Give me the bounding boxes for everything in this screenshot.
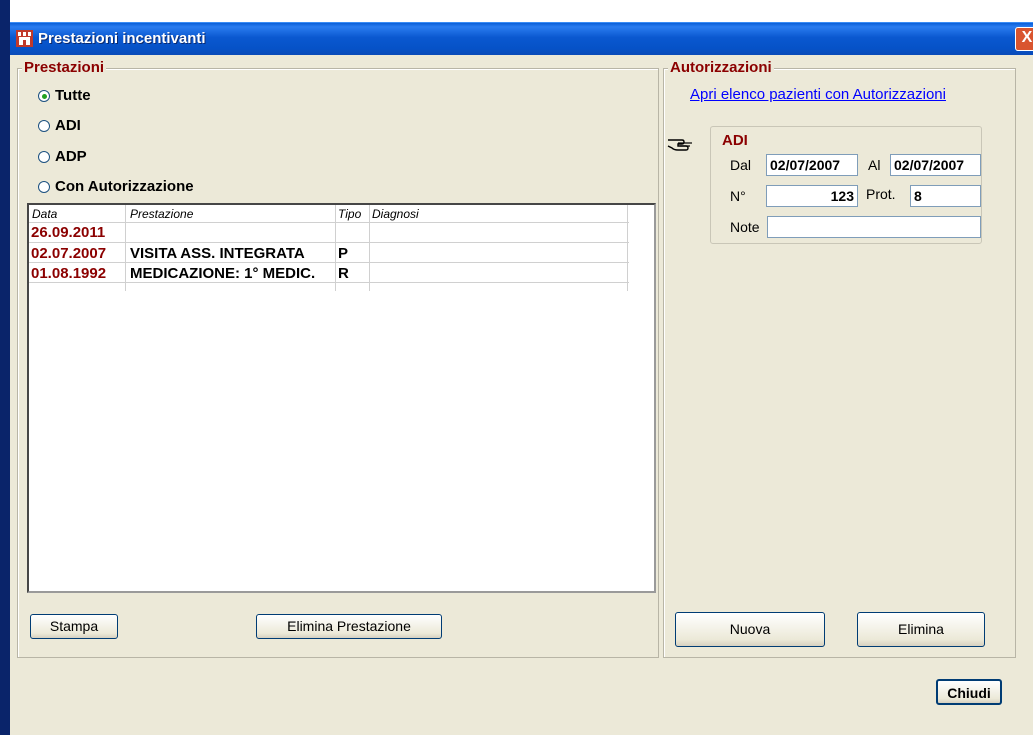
app-icon — [16, 30, 33, 47]
radio-label: Tutte — [55, 87, 91, 104]
cell-tipo: R — [338, 265, 349, 282]
cell-date: 26.09.2011 — [31, 224, 106, 241]
adi-panel: ADI Dal Al N° Prot. Note — [710, 126, 982, 244]
header-tipo[interactable]: Tipo — [338, 207, 361, 221]
radio-adp[interactable]: ADP — [38, 148, 87, 165]
close-button[interactable]: X — [1015, 27, 1033, 51]
nuova-button[interactable]: Nuova — [675, 612, 825, 647]
header-prestazione[interactable]: Prestazione — [130, 207, 193, 221]
cell-date: 01.08.1992 — [31, 265, 107, 282]
window-title: Prestazioni incentivanti — [38, 30, 206, 47]
note-field[interactable] — [767, 216, 981, 238]
header-diagnosi[interactable]: Diagnosi — [372, 207, 419, 221]
chiudi-button[interactable]: Chiudi — [936, 679, 1002, 705]
radio-label: ADP — [55, 148, 87, 165]
radio-icon — [38, 180, 50, 193]
radio-con-autorizzazione[interactable]: Con Autorizzazione — [38, 178, 194, 195]
al-label: Al — [868, 157, 881, 173]
radio-tutte[interactable]: Tutte — [38, 87, 91, 104]
radio-label: Con Autorizzazione — [55, 178, 194, 195]
title-bar[interactable]: Prestazioni incentivanti X — [10, 22, 1033, 55]
cell-tipo: P — [338, 245, 349, 262]
radio-icon — [38, 150, 50, 163]
radio-adi[interactable]: ADI — [38, 117, 81, 134]
autorizzazioni-title: Autorizzazioni — [668, 59, 774, 76]
stampa-button[interactable]: Stampa — [30, 614, 118, 639]
pointing-hand-icon — [667, 139, 692, 151]
radio-selected-icon — [38, 89, 50, 102]
dal-field[interactable] — [766, 154, 858, 176]
elimina-button[interactable]: Elimina — [857, 612, 985, 647]
prestazioni-title: Prestazioni — [22, 59, 107, 76]
elimina-prestazione-button[interactable]: Elimina Prestazione — [256, 614, 442, 639]
cell-date: 02.07.2007 — [31, 245, 107, 262]
close-icon: X — [1021, 29, 1033, 46]
cell-prestazione: MEDICAZIONE: 1° MEDIC. — [130, 265, 316, 282]
top-strip — [10, 0, 1033, 22]
radio-icon — [38, 119, 50, 132]
note-label: Note — [730, 219, 760, 235]
adi-title: ADI — [722, 132, 748, 149]
prestazioni-table[interactable]: Data Prestazione Tipo Diagnosi 26.09.201… — [27, 203, 656, 593]
window: Prestazioni incentivanti X Prestazioni T… — [10, 0, 1033, 735]
cell-prestazione: VISITA ASS. INTEGRATA — [130, 245, 305, 262]
n-label: N° — [730, 188, 746, 204]
al-field[interactable] — [890, 154, 981, 176]
n-field[interactable] — [766, 185, 858, 207]
radio-label: ADI — [55, 117, 81, 134]
dal-label: Dal — [730, 157, 752, 173]
prestazioni-group: Prestazioni Tutte ADI ADP Con Autorizzaz… — [17, 59, 659, 658]
prot-label: Prot. — [866, 186, 896, 202]
apri-elenco-link[interactable]: Apri elenco pazienti con Autorizzazioni — [690, 86, 946, 103]
header-data[interactable]: Data — [32, 207, 57, 221]
prot-field[interactable] — [910, 185, 981, 207]
